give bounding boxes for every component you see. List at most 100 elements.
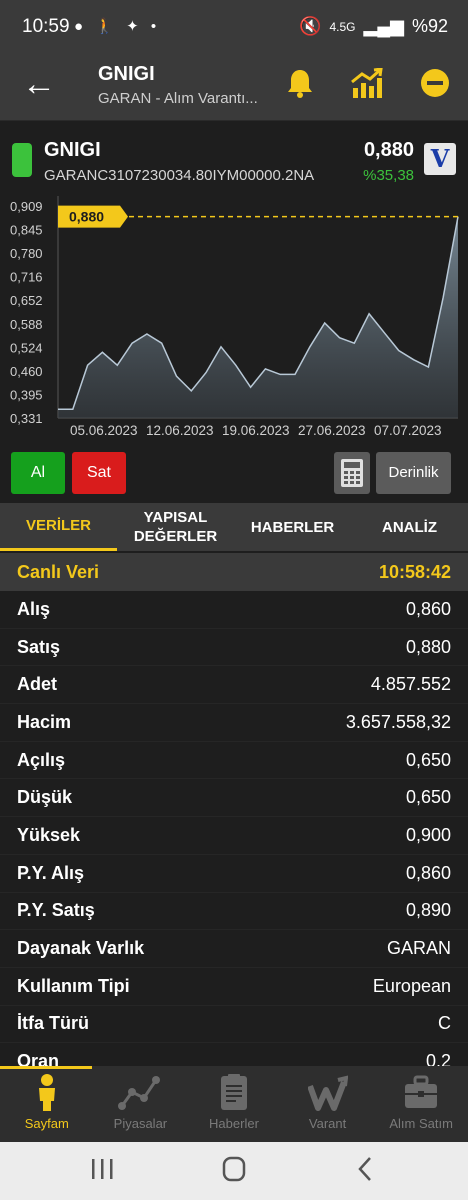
app-header: ← GNIGI GARAN - Alım Varantı...: [0, 56, 468, 120]
remove-icon[interactable]: [420, 68, 450, 98]
back-arrow-icon[interactable]: ←: [22, 66, 56, 102]
notification-icons: ● 🚶 ✦ •: [74, 17, 160, 35]
row-label: Adet: [17, 674, 57, 695]
page-subtitle: GARAN - Alım Varantı...: [98, 90, 258, 107]
price-chart-svg: 0,909 0,845 0,780 0,716 0,652 0,588 0,524 0,460…: [10, 196, 459, 438]
twitter-icon: ✦: [126, 18, 143, 35]
status-time: 10:59: [22, 16, 70, 37]
row-value: 0,860: [405, 862, 451, 883]
data-row: İtfa Türü C: [0, 1006, 468, 1044]
current-price-label: 0,880: [69, 209, 104, 225]
data-row: P.Y. Satış 0,890: [0, 893, 468, 931]
instrument-price: 0,880: [363, 139, 414, 161]
home-icon[interactable]: [222, 1156, 246, 1182]
network-type: 4.5G: [329, 19, 356, 34]
dot-icon: •: [150, 18, 161, 35]
row-value: 0,880: [405, 636, 451, 657]
tab-analiz[interactable]: ANALİZ: [351, 503, 468, 551]
status-bar: 10:59 ● 🚶 ✦ • 🔇 4.5G ▂▄▆ %92: [0, 0, 468, 56]
briefcase-icon: [405, 1075, 438, 1108]
sell-button[interactable]: Sat: [72, 452, 126, 494]
row-value: GARAN: [386, 938, 451, 959]
buy-button[interactable]: Al: [11, 452, 65, 494]
calculator-icon: [341, 459, 363, 487]
nav-label: Sayfam: [24, 1116, 69, 1131]
message-icon: ●: [74, 18, 88, 35]
price-chart[interactable]: 0,909 0,845 0,780 0,716 0,652 0,588 0,524 0,460…: [0, 192, 468, 442]
data-row: Kullanım Tipi European: [0, 968, 468, 1006]
data-list[interactable]: Canlı Veri 10:58:42 Alış 0,860 Satış 0,880 A…: [0, 553, 468, 1069]
data-row: Satış 0,880: [0, 629, 468, 667]
instrument-header: GNIGI GARANC3107230034.80IYM00000.2NA 0,…: [0, 120, 468, 192]
battery-level: %92: [411, 16, 448, 36]
nav-piyasalar[interactable]: Piyasalar: [94, 1066, 188, 1142]
nav-haberler[interactable]: Haberler: [187, 1066, 281, 1142]
x-tick-label: 07.07.2023: [374, 423, 442, 438]
recent-apps-icon[interactable]: [92, 1159, 113, 1179]
tab-yapisal-degerler[interactable]: YAPISAL DEĞERLER: [117, 503, 234, 551]
page-title: GNIGI: [98, 63, 155, 85]
v-logo-icon[interactable]: V: [424, 143, 456, 175]
warrant-icon: [307, 1075, 348, 1111]
chart-trend-icon[interactable]: [350, 68, 384, 100]
row-value: 0,650: [405, 787, 451, 808]
row-value: 0,890: [405, 900, 451, 921]
y-tick-label: 0,845: [10, 223, 43, 238]
y-tick-label: 0,331: [10, 411, 43, 426]
person-icon: [38, 1074, 55, 1111]
depth-button[interactable]: Derinlik: [376, 452, 451, 494]
row-value: European: [372, 975, 451, 996]
instrument-change: %35,38: [363, 167, 414, 184]
tab-veriler[interactable]: VERİLER: [0, 503, 117, 551]
nav-sayfam[interactable]: Sayfam: [0, 1066, 94, 1142]
row-label: Alış: [17, 598, 51, 619]
tab-yapisal-label: YAPISAL DEĞERLER: [133, 509, 218, 545]
data-row: Alış 0,860: [0, 591, 468, 629]
x-tick-label: 19.06.2023: [222, 423, 290, 438]
row-value: C: [438, 1013, 451, 1034]
nav-alim-satim[interactable]: Alım Satım: [374, 1066, 468, 1142]
row-label: P.Y. Alış: [17, 862, 85, 883]
row-value: 0,900: [405, 824, 451, 845]
signal-icon: ▂▄▆: [363, 16, 404, 36]
data-row: Dayanak Varlık GARAN: [0, 930, 468, 968]
x-tick-label: 27.06.2023: [298, 423, 366, 438]
system-nav-bar: [0, 1142, 468, 1200]
x-tick-label: 05.06.2023: [70, 423, 138, 438]
y-tick-label: 0,460: [10, 364, 43, 379]
data-row: Adet 4.857.552: [0, 666, 468, 705]
nav-label: Piyasalar: [113, 1116, 168, 1131]
row-label: Dayanak Varlık: [17, 938, 145, 959]
row-value: 0,650: [405, 749, 451, 770]
row-label: Satış: [17, 636, 61, 657]
instrument-name: GNIGI: [44, 139, 101, 161]
data-row: Hacim 3.657.558,32: [0, 704, 468, 742]
row-label: Düşük: [17, 787, 73, 808]
row-value: 4.857.552: [370, 674, 451, 695]
data-row: Düşük 0,650: [0, 779, 468, 818]
live-data-label: Canlı Veri: [17, 561, 100, 582]
back-nav-icon[interactable]: [358, 1157, 371, 1181]
nav-label: Varant: [308, 1116, 347, 1131]
tab-bar: VERİLER YAPISAL DEĞERLER HABERLER ANALİZ: [0, 503, 468, 551]
price-area: [58, 216, 458, 418]
nav-label: Haberler: [209, 1116, 259, 1131]
x-tick-label: 12.06.2023: [146, 423, 214, 438]
nav-varant[interactable]: Varant: [281, 1066, 375, 1142]
y-tick-label: 0,524: [10, 340, 43, 355]
instrument-code: GARANC3107230034.80IYM00000.2NA: [44, 167, 315, 184]
nav-active-indicator: [0, 1066, 92, 1069]
calculator-button[interactable]: [334, 452, 370, 494]
tab-haberler[interactable]: HABERLER: [234, 503, 351, 551]
y-tick-label: 0,395: [10, 387, 43, 402]
row-label: P.Y. Satış: [17, 900, 95, 921]
y-tick-label: 0,716: [10, 270, 43, 285]
bell-icon[interactable]: [286, 68, 314, 98]
row-label: Kullanım Tipi: [17, 975, 130, 996]
market-graph-icon: [118, 1076, 161, 1110]
y-tick-label: 0,652: [10, 293, 43, 308]
status-indicator: [12, 143, 32, 177]
bottom-nav: Sayfam Piyasalar Haberler Varant Alım Sa…: [0, 1066, 468, 1142]
row-value: 0,860: [405, 598, 451, 619]
live-data-time: 10:58:42: [378, 561, 451, 582]
